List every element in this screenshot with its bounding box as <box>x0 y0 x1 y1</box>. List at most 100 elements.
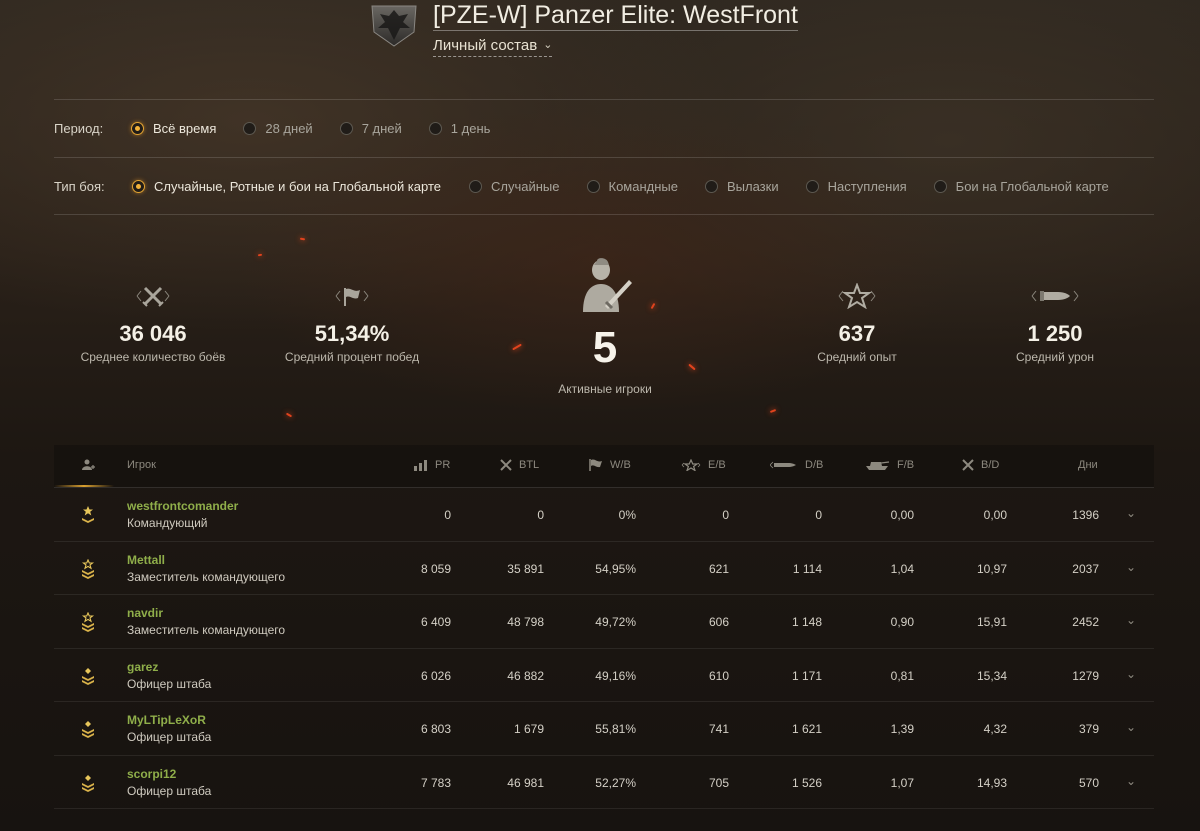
expand-chevron-icon[interactable]: ⌄ <box>1126 560 1136 574</box>
player-name[interactable]: westfrontcomander <box>127 499 238 513</box>
battle-type-option-all[interactable]: Случайные, Ротные и бои на Глобальной ка… <box>132 179 441 194</box>
radio-icon <box>805 179 819 193</box>
period-option-7-days[interactable]: 7 дней <box>339 120 402 136</box>
option-label: 7 дней <box>361 120 402 136</box>
cell-bd: 4,32 <box>983 722 1007 736</box>
option-label: Бои на Глобальной карте <box>955 178 1109 194</box>
cell-wb: 55,81% <box>595 722 636 736</box>
battle-type-option-advances[interactable]: Наступления <box>805 179 907 194</box>
cell-fb: 1,07 <box>890 775 914 790</box>
column-player[interactable]: Игрок <box>127 459 156 471</box>
spark-decoration <box>257 253 263 257</box>
cell-bd: 15,34 <box>976 668 1007 683</box>
cell-days: 379 <box>1078 722 1099 736</box>
cell-pr: 0 <box>444 508 451 522</box>
table-row[interactable]: scorpi12 Офицер штаба 7 783 46 981 52,27… <box>54 756 1154 809</box>
column-wb[interactable]: W/B <box>589 459 631 471</box>
cell-btl: 46 981 <box>507 775 544 790</box>
battle-type-option-random[interactable]: Случайные <box>469 179 560 194</box>
player-name[interactable]: MyLTipLeXoR <box>127 713 206 727</box>
rank-column-icon <box>82 459 95 470</box>
battle-type-option-team[interactable]: Командные <box>586 179 678 194</box>
stat-value: 1 250 <box>1027 321 1083 346</box>
cell-pr: 6 803 <box>420 722 451 736</box>
cell-bd: 14,93 <box>976 775 1007 790</box>
deputy-rank-icon <box>81 612 95 632</box>
stat-label: Активные игроки <box>558 382 652 396</box>
player-role: Офицер штаба <box>127 676 212 691</box>
player-name[interactable]: Mettall <box>127 553 165 567</box>
cell-bd: 0,00 <box>983 508 1007 522</box>
staff-officer-rank-icon <box>82 721 94 738</box>
clan-title[interactable]: [PZE-W] Panzer Elite: WestFront <box>433 0 798 31</box>
members-table: Игрок PR BTL W/B E/B D/B F/B B/D Дни wes… <box>54 445 1154 809</box>
table-row[interactable]: westfrontcomander Командующий 0 0 0% 0 0… <box>54 488 1154 542</box>
cell-fb: 0,90 <box>890 615 914 629</box>
column-eb[interactable]: E/B <box>681 459 726 471</box>
radio-icon <box>586 179 600 193</box>
cell-eb: 705 <box>708 775 729 790</box>
player-name[interactable]: garez <box>127 660 158 674</box>
radio-icon <box>469 179 482 193</box>
stat-value: 36 046 <box>119 321 187 346</box>
cell-days: 570 <box>1078 775 1099 790</box>
column-btl[interactable]: BTL <box>500 459 539 471</box>
stat-label: Среднее количество боёв <box>80 350 226 364</box>
shell-icon <box>955 283 1155 309</box>
spark-decoration <box>285 412 293 418</box>
player-name[interactable]: navdir <box>127 606 163 620</box>
cell-wb: 49,16% <box>595 668 636 683</box>
radio-selected-icon <box>131 121 144 135</box>
column-label: Дни <box>1078 459 1098 471</box>
cell-fb: 0,00 <box>890 508 914 522</box>
column-db[interactable]: D/B <box>770 459 823 471</box>
stat-value: 51,34% <box>314 321 390 346</box>
cell-pr: 8 059 <box>420 561 451 576</box>
period-label: Период: <box>54 120 104 136</box>
cell-btl: 48 798 <box>507 615 544 629</box>
column-fb[interactable]: F/B <box>864 459 914 471</box>
column-label: F/B <box>897 459 915 471</box>
stat-avg-battles: 36 046 Среднее количество боёв <box>53 283 253 364</box>
table-row[interactable]: navdir Заместитель командующего 6 409 48… <box>54 595 1154 649</box>
expand-chevron-icon[interactable]: ⌄ <box>1126 667 1136 681</box>
expand-chevron-icon[interactable]: ⌄ <box>1126 720 1136 734</box>
expand-chevron-icon[interactable]: ⌄ <box>1126 774 1136 788</box>
battle-type-option-skirmish[interactable]: Вылазки <box>705 179 779 194</box>
column-label: Игрок <box>127 459 156 471</box>
spark-decoration <box>769 409 777 413</box>
cell-eb: 610 <box>708 668 729 683</box>
table-row[interactable]: MyLTipLeXoR Офицер штаба 6 803 1 679 55,… <box>54 702 1154 756</box>
star-icon <box>757 283 957 309</box>
column-pr[interactable]: PR <box>414 459 450 471</box>
divider <box>54 214 1154 215</box>
radio-selected-icon <box>132 179 145 193</box>
table-row[interactable]: garez Офицер штаба 6 026 46 882 49,16% 6… <box>54 649 1154 702</box>
flag-icon <box>252 283 452 309</box>
column-label: E/B <box>708 459 726 471</box>
stat-label: Средний процент побед <box>284 350 420 364</box>
period-option-all-time[interactable]: Всё время <box>131 121 216 136</box>
battle-type-option-global-map[interactable]: Бои на Глобальной карте <box>933 178 1109 194</box>
column-days[interactable]: Дни <box>1078 459 1098 471</box>
expand-chevron-icon[interactable]: ⌄ <box>1126 613 1136 627</box>
section-dropdown[interactable]: Личный состав ⌄ <box>433 35 553 57</box>
battle-type-label: Тип боя: <box>54 178 105 194</box>
radio-icon <box>933 179 947 193</box>
period-option-1-day[interactable]: 1 день <box>428 121 490 136</box>
expand-chevron-icon[interactable]: ⌄ <box>1126 506 1136 520</box>
column-label: BTL <box>519 459 540 471</box>
player-name[interactable]: scorpi12 <box>127 767 176 781</box>
table-row[interactable]: Mettall Заместитель командующего 8 059 3… <box>54 542 1154 595</box>
staff-officer-rank-icon <box>82 774 94 792</box>
column-rank[interactable] <box>82 459 103 471</box>
period-option-28-days[interactable]: 28 дней <box>243 121 313 136</box>
cell-db: 1 148 <box>791 615 822 629</box>
column-label: PR <box>435 459 451 471</box>
cell-days: 1396 <box>1072 508 1099 522</box>
cell-eb: 606 <box>708 615 729 629</box>
stat-active-players: 5 Активные игроки <box>505 256 705 396</box>
chevron-down-icon: ⌄ <box>543 39 553 51</box>
cell-db: 1 526 <box>791 775 822 790</box>
column-bd[interactable]: B/D <box>962 459 999 471</box>
